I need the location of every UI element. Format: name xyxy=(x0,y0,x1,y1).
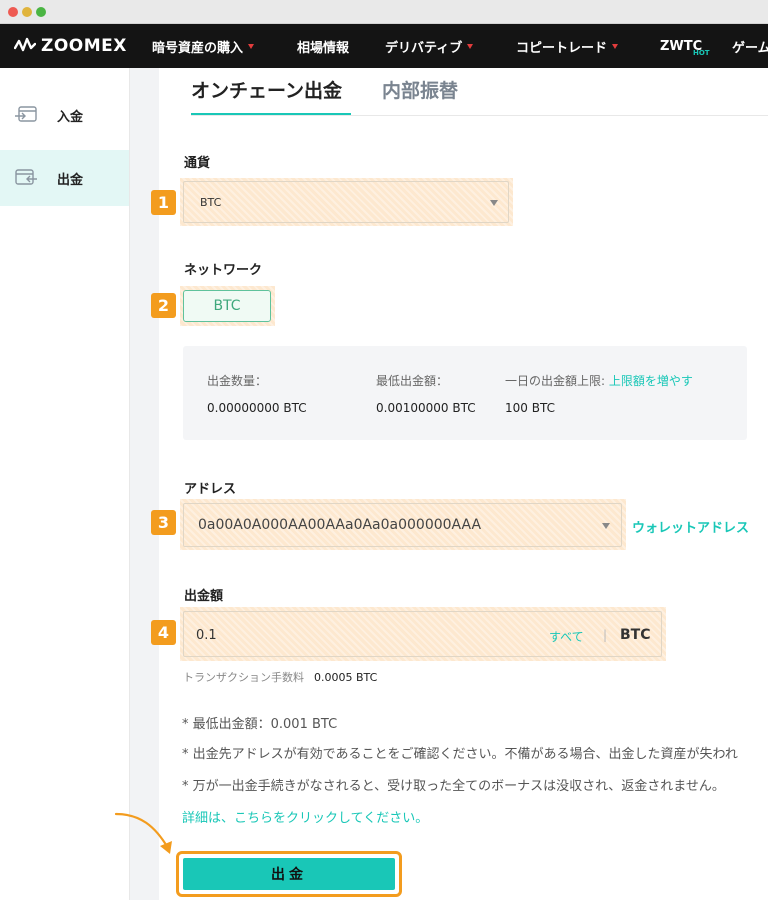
transaction-fee-row: トランザクション手数料 0.0005 BTC xyxy=(183,669,377,685)
pointer-arrow-icon xyxy=(114,812,172,854)
deposit-icon xyxy=(15,106,37,122)
main-content: オンチェーン出金 内部振替 通貨 1 BTC ネットワーク 2 BTC 出金数量… xyxy=(151,68,768,900)
tab-active-indicator xyxy=(191,113,351,115)
sidebar-item-withdraw[interactable]: 出金 xyxy=(0,150,129,206)
chevron-down-icon xyxy=(467,43,474,49)
withdraw-amount-label: 出金数量： xyxy=(207,374,268,388)
daily-limit-label-text: 一日の出金額上限: xyxy=(505,374,606,388)
network-label: ネットワーク xyxy=(184,263,263,278)
withdraw-button-highlight: 出金 xyxy=(176,851,402,897)
window-minimize-button[interactable] xyxy=(22,7,32,17)
nav-item-label: ゲーム xyxy=(732,40,768,56)
withdraw-submit-button[interactable]: 出金 xyxy=(183,858,395,890)
nav-item-zwtc[interactable]: ZWTC xyxy=(660,24,702,68)
chevron-down-icon xyxy=(248,43,255,49)
withdraw-amount-value: 0.00000000 BTC xyxy=(207,401,307,415)
max-all-button[interactable]: すべて xyxy=(549,628,584,645)
min-withdraw-label: 最低出金額： xyxy=(376,374,449,388)
address-select-value: 0a00A0A000AA00AAa0Aa0a000000AAA xyxy=(198,517,482,533)
currency-label: 通貨 xyxy=(184,156,211,171)
nav-item-derivatives[interactable]: デリバティブ xyxy=(385,24,474,68)
details-link[interactable]: 詳細は、こちらをクリックしてください。 xyxy=(182,807,428,826)
step-1-badge: 1 xyxy=(151,190,176,215)
nav-item-buy-crypto[interactable]: 暗号資産の購入 xyxy=(152,24,255,68)
note-min-withdraw: * 最低出金額：0.001 BTC xyxy=(182,717,338,732)
min-withdraw-value: 0.00100000 BTC xyxy=(376,401,476,415)
chevron-down-icon xyxy=(602,523,610,529)
step-2-badge: 2 xyxy=(151,293,176,318)
nav-item-label: 相場情報 xyxy=(297,40,350,56)
address-select[interactable]: 0a00A0A000AA00AAa0Aa0a000000AAA xyxy=(183,503,622,547)
zoomex-logo[interactable]: ZOOMEX xyxy=(14,35,127,57)
chevron-down-icon xyxy=(490,200,498,206)
window-maximize-button[interactable] xyxy=(36,7,46,17)
step-4-badge: 4 xyxy=(151,620,176,645)
address-label: アドレス xyxy=(184,482,237,497)
chevron-down-icon xyxy=(612,43,619,49)
nav-item-games[interactable]: ゲーム xyxy=(732,24,768,68)
step-3-badge: 3 xyxy=(151,510,176,535)
currency-select[interactable]: BTC xyxy=(183,181,509,223)
transaction-fee-value: 0.0005 BTC xyxy=(314,671,378,684)
network-option-btc[interactable]: BTC xyxy=(183,290,271,322)
withdraw-info-panel: 出金数量： 0.00000000 BTC 最低出金額： 0.00100000 B… xyxy=(183,346,747,440)
note-bonus-forfeit: * 万が一出金手続きがなされると、受け取った全てのボーナスは没収され、返金されま… xyxy=(182,779,725,794)
note-address-valid: * 出金先アドレスが有効であることをご確認ください。不備がある場合、出金した資産… xyxy=(182,747,738,762)
window-close-button[interactable] xyxy=(8,7,18,17)
hot-badge: HOT xyxy=(693,49,710,57)
sidebar-item-label: 入金 xyxy=(57,109,84,125)
tab-onchain-withdraw[interactable]: オンチェーン出金 xyxy=(191,76,342,103)
logo-text: ZOOMEX xyxy=(41,36,127,56)
daily-limit-label: 一日の出金額上限: 上限額を増やす xyxy=(505,372,693,389)
amount-input-value: 0.1 xyxy=(196,628,217,643)
nav-item-label: デリバティブ xyxy=(385,40,463,56)
nav-item-label: 暗号資産の購入 xyxy=(152,40,244,56)
currency-select-value: BTC xyxy=(200,196,222,209)
window-titlebar xyxy=(0,0,768,24)
amount-divider: | xyxy=(603,628,608,642)
sidebar: 入金 出金 xyxy=(0,68,130,900)
daily-limit-value: 100 BTC xyxy=(505,401,555,415)
amount-unit: BTC xyxy=(620,627,651,643)
top-navbar: ZOOMEX 暗号資産の購入 相場情報 デリバティブ コピートレード ZWTC … xyxy=(0,24,768,68)
nav-item-markets[interactable]: 相場情報 xyxy=(297,24,349,68)
tab-internal-transfer[interactable]: 内部振替 xyxy=(382,76,458,103)
amount-label: 出金額 xyxy=(184,589,224,604)
tabs-divider xyxy=(191,115,768,116)
amount-input[interactable]: 0.1 すべて | BTC xyxy=(183,611,662,657)
nav-item-copy-trade[interactable]: コピートレード xyxy=(516,24,619,68)
sidebar-item-label: 出金 xyxy=(57,172,84,188)
increase-limit-link[interactable]: 上限額を増やす xyxy=(609,374,693,388)
transaction-fee-label: トランザクション手数料 xyxy=(183,671,304,684)
wallet-address-link[interactable]: ウォレットアドレス xyxy=(632,517,749,536)
zoomex-logo-icon xyxy=(14,37,36,52)
nav-item-label: コピートレード xyxy=(516,40,608,56)
sidebar-item-deposit[interactable]: 入金 xyxy=(0,87,129,143)
withdraw-icon xyxy=(15,169,37,185)
